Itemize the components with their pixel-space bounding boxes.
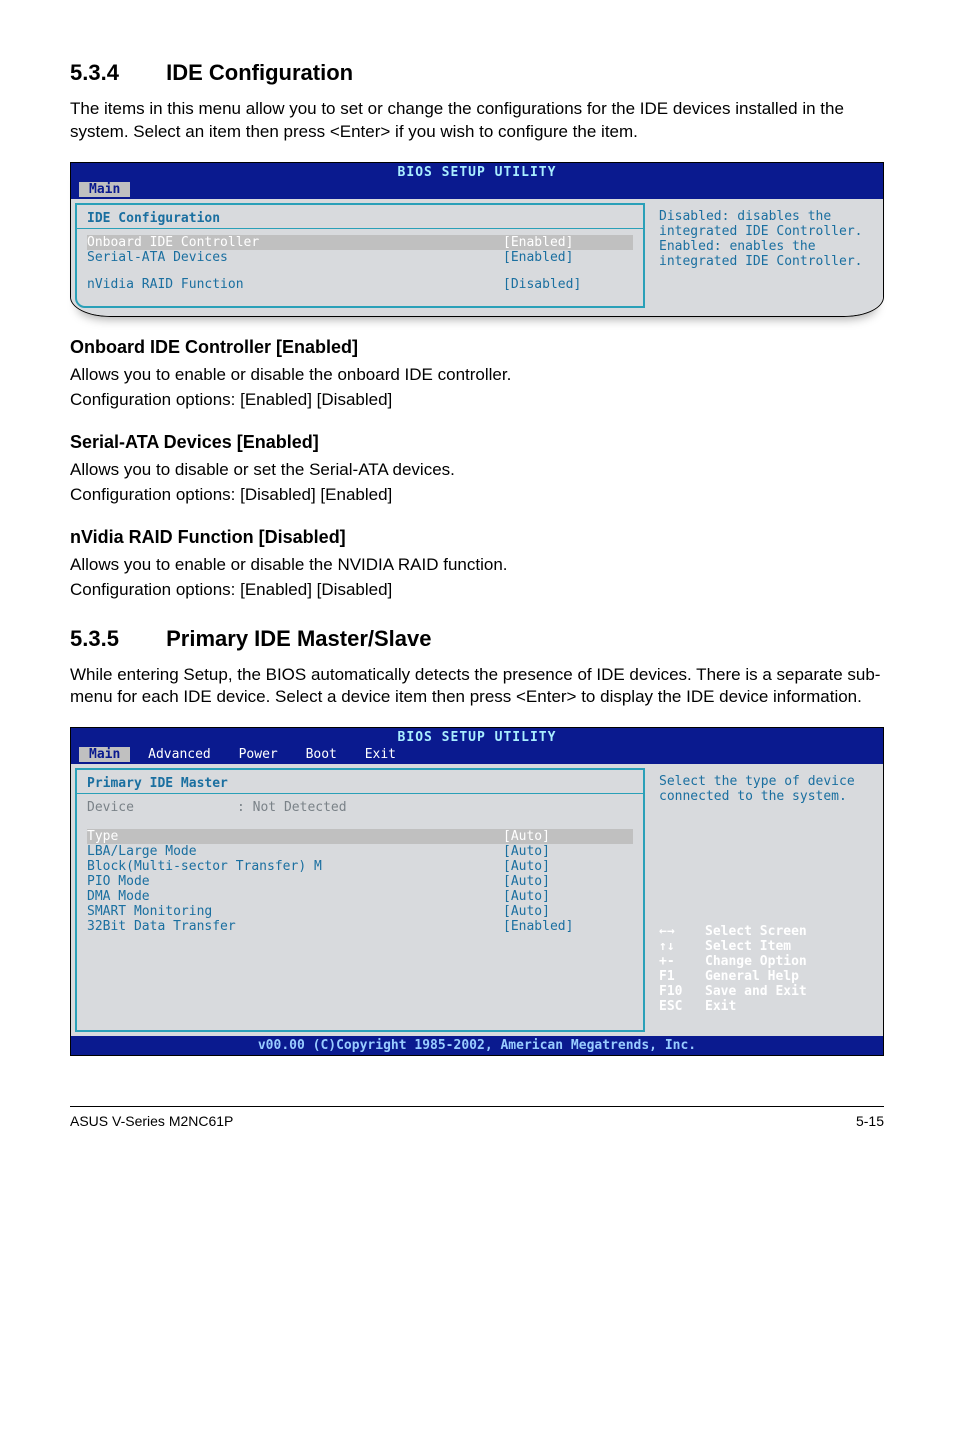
section-title-text: Primary IDE Master/Slave — [166, 626, 431, 651]
bios-title: BIOS SETUP UTILITY — [71, 163, 883, 182]
subheading-serial-ata: Serial-ATA Devices [Enabled] — [70, 432, 884, 453]
bios-left-pane: Primary IDE Master Device : Not Detected… — [75, 768, 645, 1032]
help-text: Disabled: disables the integrated IDE Co… — [659, 209, 869, 269]
option-value: [Enabled] — [503, 250, 633, 265]
bios-option-row[interactable]: nVidia RAID Function [Disabled] — [87, 277, 633, 292]
bios-title: BIOS SETUP UTILITY — [71, 728, 883, 747]
device-row: Device : Not Detected — [87, 800, 633, 815]
bios-option-row[interactable]: Type [Auto] — [87, 829, 633, 844]
option-value: [Auto] — [503, 889, 633, 904]
sub-text: Configuration options: [Disabled] [Enabl… — [70, 484, 884, 507]
bios-option-row[interactable]: Block(Multi-sector Transfer) M [Auto] — [87, 859, 633, 874]
option-label: Serial-ATA Devices — [87, 250, 503, 265]
key-row: ESCExit — [659, 999, 869, 1014]
key-row: ←→Select Screen — [659, 924, 869, 939]
key-row: F1General Help — [659, 969, 869, 984]
help-keys: ←→Select Screen ↑↓Select Item +-Change O… — [659, 924, 869, 1014]
sub-text: Configuration options: [Enabled] [Disabl… — [70, 579, 884, 602]
section-intro-535: While entering Setup, the BIOS automatic… — [70, 664, 884, 710]
footer-right: 5-15 — [856, 1113, 884, 1129]
section-heading-534: 5.3.4 IDE Configuration — [70, 60, 884, 86]
option-label: nVidia RAID Function — [87, 277, 503, 292]
section-number: 5.3.4 — [70, 60, 160, 86]
option-value: [Auto] — [503, 904, 633, 919]
divider — [77, 228, 643, 229]
sub-text: Allows you to enable or disable the onbo… — [70, 364, 884, 387]
key-sym: F10 — [659, 984, 705, 999]
section-heading-535: 5.3.5 Primary IDE Master/Slave — [70, 626, 884, 652]
bios-screen-primary-ide: BIOS SETUP UTILITY Main Advanced Power B… — [70, 727, 884, 1056]
device-value: : Not Detected — [237, 800, 347, 815]
panel-title: Primary IDE Master — [87, 776, 633, 791]
bios-option-row[interactable]: DMA Mode [Auto] — [87, 889, 633, 904]
bios-option-row[interactable]: Onboard IDE Controller [Enabled] — [87, 235, 633, 250]
section-title-text: IDE Configuration — [166, 60, 353, 85]
tab-main[interactable]: Main — [79, 182, 130, 197]
bios-option-row[interactable]: Serial-ATA Devices [Enabled] — [87, 250, 633, 265]
divider — [77, 793, 643, 794]
key-txt: General Help — [705, 969, 799, 984]
bios-option-row[interactable]: 32Bit Data Transfer [Enabled] — [87, 919, 633, 934]
option-label: LBA/Large Mode — [87, 844, 503, 859]
spacer — [87, 292, 633, 300]
section-intro-534: The items in this menu allow you to set … — [70, 98, 884, 144]
key-txt: Select Screen — [705, 924, 807, 939]
key-txt: Save and Exit — [705, 984, 807, 999]
sub-text: Allows you to enable or disable the NVID… — [70, 554, 884, 577]
tab-main[interactable]: Main — [79, 747, 130, 762]
key-sym: +- — [659, 954, 705, 969]
option-value: [Auto] — [503, 874, 633, 889]
bios-tabs: Main — [71, 182, 883, 199]
bios-option-row[interactable]: SMART Monitoring [Auto] — [87, 904, 633, 919]
spacer — [87, 265, 633, 277]
subheading-onboard-ide: Onboard IDE Controller [Enabled] — [70, 337, 884, 358]
spacer — [87, 934, 633, 1024]
tab-advanced[interactable]: Advanced — [138, 747, 221, 762]
tab-boot[interactable]: Boot — [296, 747, 347, 762]
key-txt: Change Option — [705, 954, 807, 969]
key-row: +-Change Option — [659, 954, 869, 969]
bios-help-pane: Select the type of device connected to t… — [649, 768, 879, 1032]
option-value: [Auto] — [503, 844, 633, 859]
help-text: Select the type of device connected to t… — [659, 774, 869, 804]
tab-exit[interactable]: Exit — [355, 747, 406, 762]
option-value: [Enabled] — [503, 919, 633, 934]
bios-tabs: Main Advanced Power Boot Exit — [71, 747, 883, 764]
option-value: [Enabled] — [503, 235, 633, 250]
bios-left-pane: IDE Configuration Onboard IDE Controller… — [75, 203, 645, 308]
device-label: Device — [87, 800, 237, 815]
panel-title: IDE Configuration — [87, 211, 633, 226]
bios-help-pane: Disabled: disables the integrated IDE Co… — [649, 203, 879, 308]
key-sym: F1 — [659, 969, 705, 984]
spacer — [87, 815, 633, 829]
option-label: Onboard IDE Controller — [87, 235, 503, 250]
page-footer: ASUS V-Series M2NC61P 5-15 — [70, 1106, 884, 1129]
option-value: [Auto] — [503, 829, 633, 844]
sub-text: Allows you to disable or set the Serial-… — [70, 459, 884, 482]
option-label: DMA Mode — [87, 889, 503, 904]
option-value: [Disabled] — [503, 277, 633, 292]
sub-text: Configuration options: [Enabled] [Disabl… — [70, 389, 884, 412]
subheading-nvidia-raid: nVidia RAID Function [Disabled] — [70, 527, 884, 548]
key-sym: ↑↓ — [659, 939, 705, 954]
option-value: [Auto] — [503, 859, 633, 874]
option-label: SMART Monitoring — [87, 904, 503, 919]
key-txt: Exit — [705, 999, 736, 1014]
option-label: PIO Mode — [87, 874, 503, 889]
tab-power[interactable]: Power — [229, 747, 288, 762]
key-row: F10Save and Exit — [659, 984, 869, 999]
key-txt: Select Item — [705, 939, 791, 954]
bios-footer: v00.00 (C)Copyright 1985-2002, American … — [71, 1036, 883, 1055]
bios-option-row[interactable]: LBA/Large Mode [Auto] — [87, 844, 633, 859]
option-label: 32Bit Data Transfer — [87, 919, 503, 934]
option-label: Block(Multi-sector Transfer) M — [87, 859, 503, 874]
section-number: 5.3.5 — [70, 626, 160, 652]
key-sym: ESC — [659, 999, 705, 1014]
bios-screen-ide-config: BIOS SETUP UTILITY Main IDE Configuratio… — [70, 162, 884, 317]
bios-option-row[interactable]: PIO Mode [Auto] — [87, 874, 633, 889]
option-label: Type — [87, 829, 503, 844]
footer-left: ASUS V-Series M2NC61P — [70, 1113, 233, 1129]
key-sym: ←→ — [659, 924, 705, 939]
key-row: ↑↓Select Item — [659, 939, 869, 954]
